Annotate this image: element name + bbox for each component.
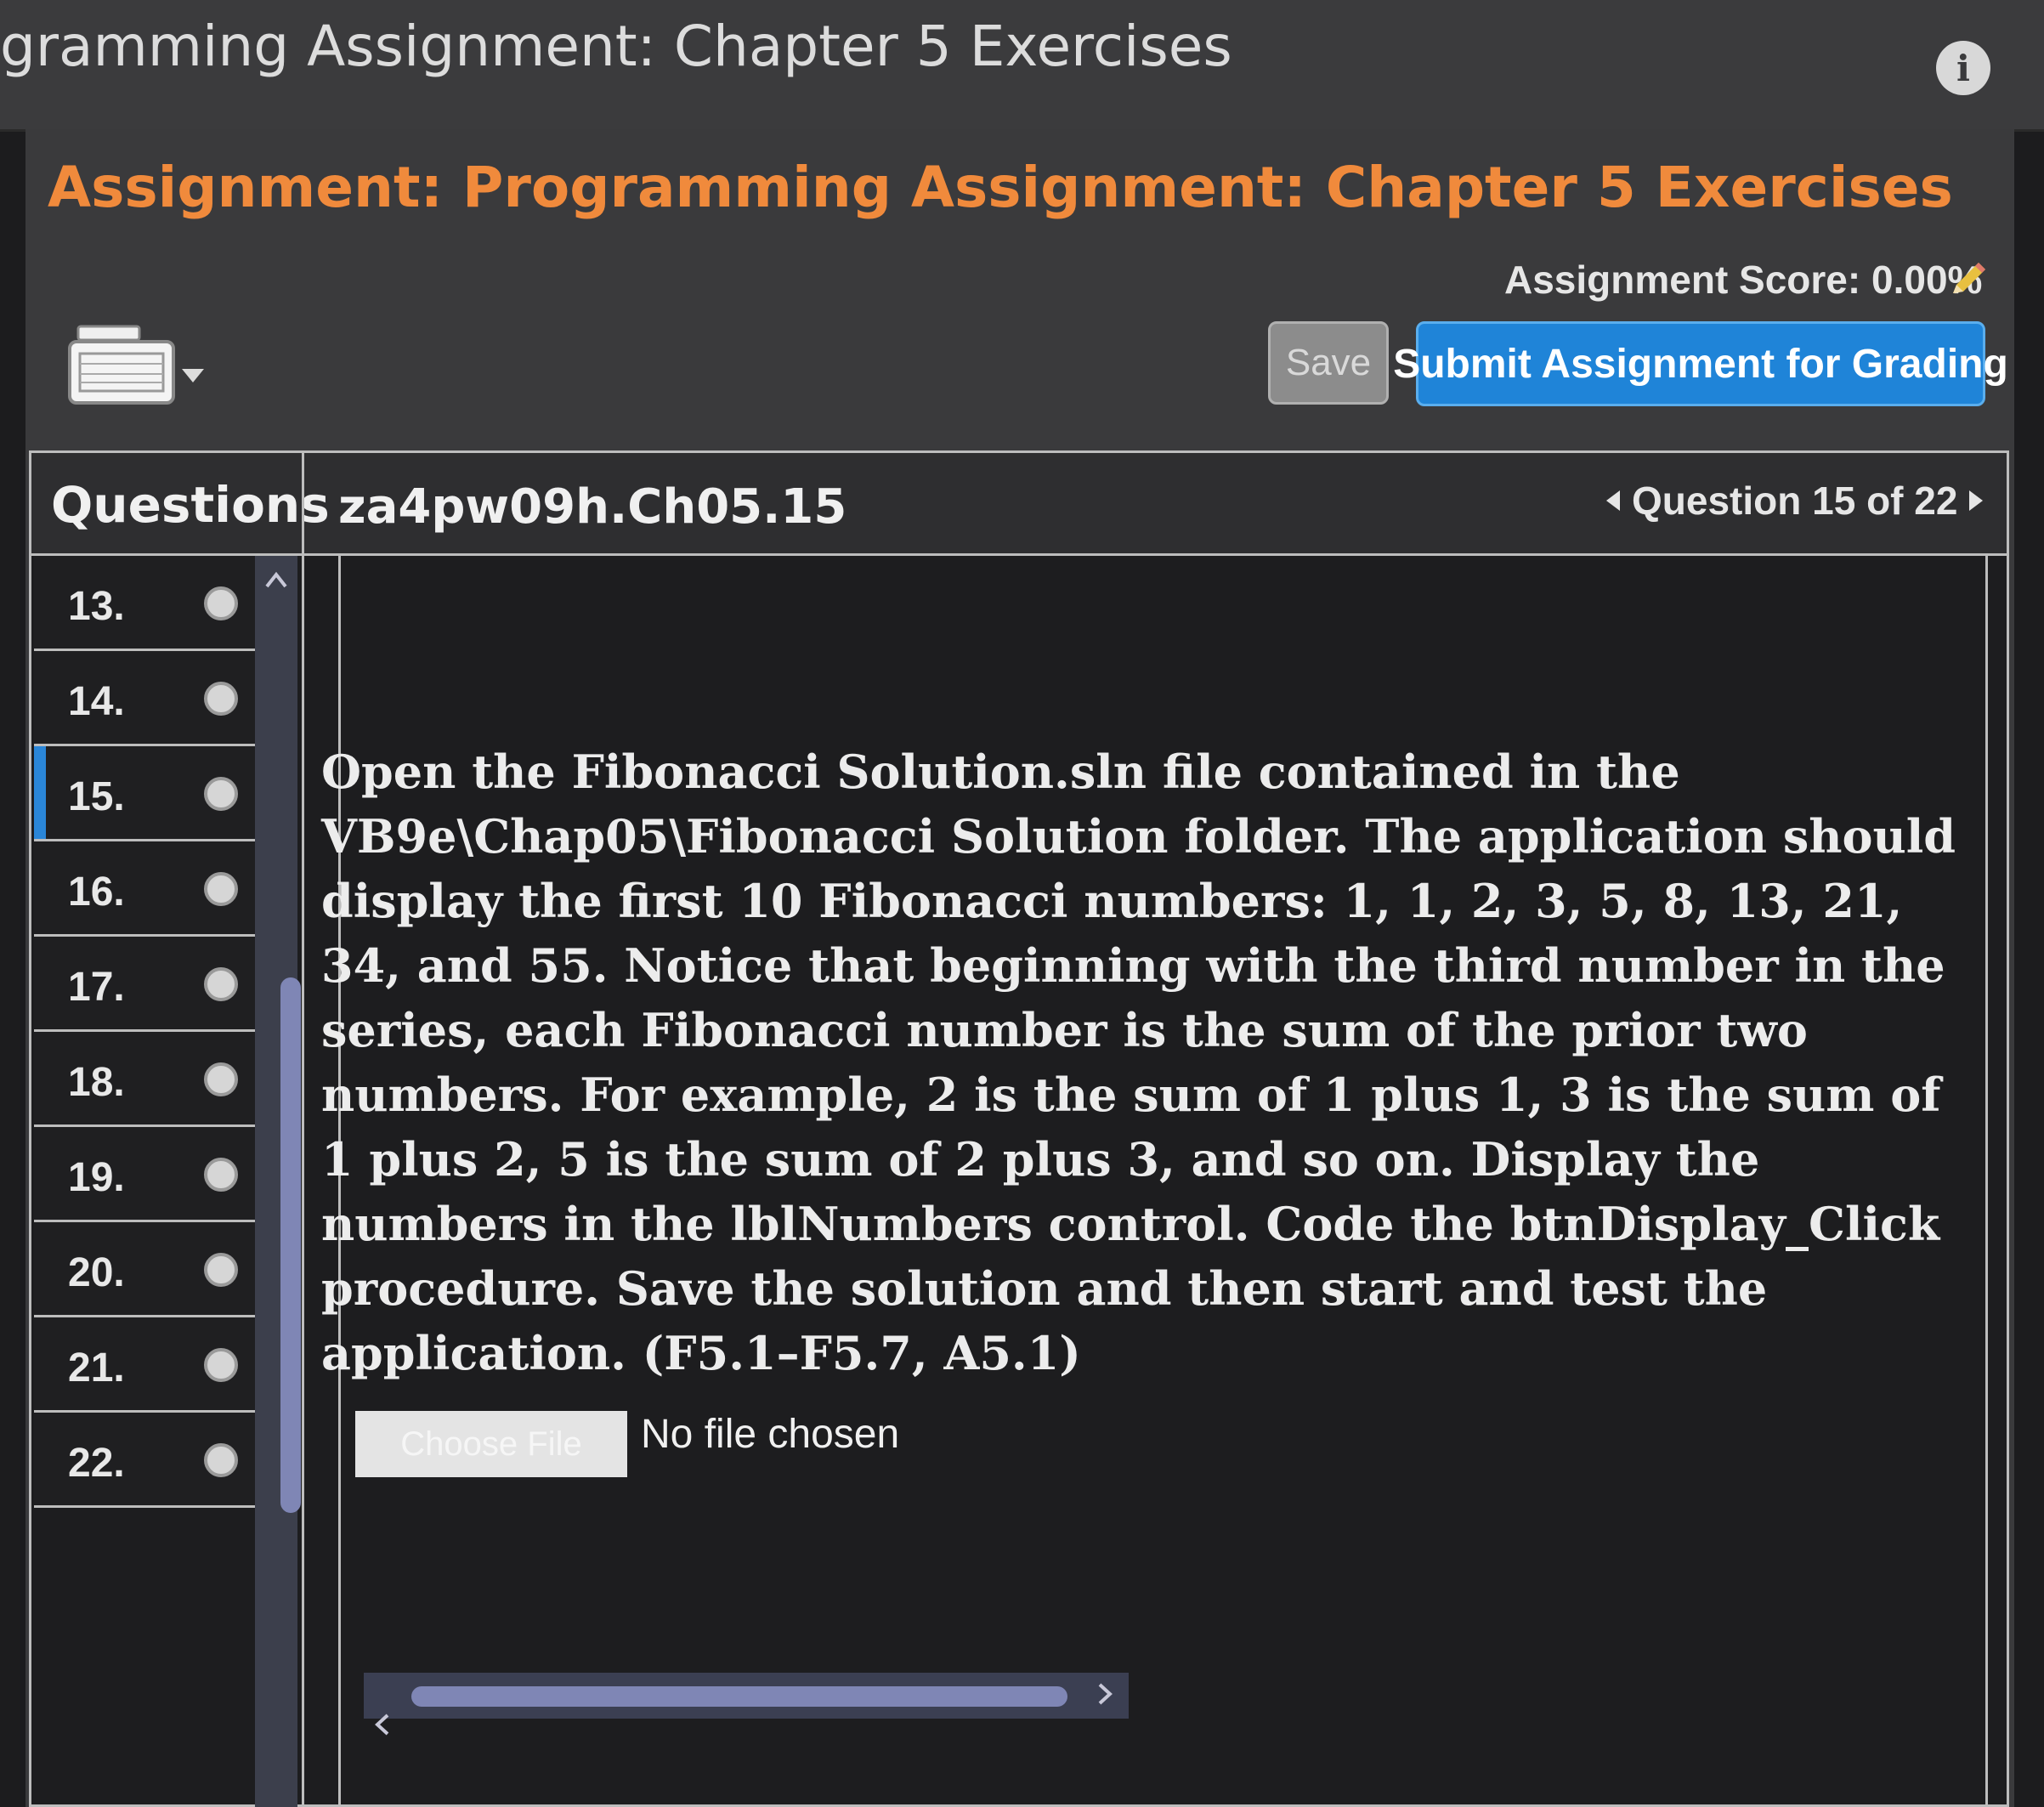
status-circle-icon (204, 1062, 238, 1096)
question-number: 13. (68, 584, 125, 629)
submit-button[interactable]: Submit Assignment for Grading (1393, 321, 2008, 406)
chevron-left-icon[interactable] (372, 1712, 391, 1737)
window-title: gramming Assignment: Chapter 5 Exercises (0, 14, 1232, 79)
question-number: 14. (68, 679, 125, 724)
status-circle-icon (204, 1253, 238, 1287)
status-circle-icon (204, 1158, 238, 1192)
horizontal-scrollbar-thumb[interactable] (411, 1686, 1067, 1707)
question-number: 21. (68, 1345, 125, 1391)
question-prompt: Open the Fibonacci Solution.sln file con… (321, 745, 1956, 1380)
status-circle-icon (204, 586, 238, 620)
assignment-score: Assignment Score: 0.00% (1504, 258, 1983, 302)
chevron-right-icon[interactable] (1096, 1681, 1115, 1707)
question-number: 19. (68, 1155, 125, 1200)
question-list: 13. 14. 15. 16. 17. 18. 19. 20. 21. 22. (34, 556, 289, 1508)
chevron-left-icon[interactable] (1606, 490, 1620, 511)
status-circle-icon (204, 872, 238, 906)
question-id: za4pw09h.Ch05.15 (338, 479, 847, 535)
status-circle-icon (204, 777, 238, 811)
question-list-item[interactable]: 21. (34, 1317, 289, 1413)
pencil-icon[interactable] (1946, 259, 1989, 300)
question-list-item[interactable]: 18. (34, 1032, 289, 1127)
question-position: Question 15 of 22 (1632, 479, 1958, 523)
status-circle-icon (204, 1348, 238, 1382)
choose-file-button[interactable]: Choose File (355, 1411, 627, 1477)
question-list-item[interactable]: 20. (34, 1222, 289, 1317)
file-status: No file chosen (641, 1412, 900, 1457)
status-circle-icon (204, 682, 238, 716)
question-list-item[interactable]: 15. (34, 746, 289, 841)
status-circle-icon (204, 1443, 238, 1477)
question-list-item[interactable]: 13. (34, 556, 289, 651)
question-list-item[interactable]: 17. (34, 937, 289, 1032)
questions-heading: Questions (51, 476, 330, 534)
column-divider (302, 450, 304, 1807)
question-list-item[interactable]: 14. (34, 651, 289, 746)
window-titlebar: gramming Assignment: Chapter 5 Exercises… (0, 0, 2044, 132)
question-list-item[interactable]: 16. (34, 841, 289, 937)
question-number: 16. (68, 870, 125, 915)
scrollbar-thumb[interactable] (280, 977, 301, 1513)
question-number: 17. (68, 965, 125, 1010)
chevron-right-icon[interactable] (1969, 490, 1984, 511)
status-circle-icon (204, 967, 238, 1001)
caret-down-icon[interactable] (180, 365, 206, 386)
save-button[interactable]: Save (1268, 321, 1389, 405)
chevron-up-icon[interactable] (262, 568, 291, 592)
info-icon[interactable]: i (1936, 41, 1990, 95)
question-number: 15. (68, 774, 125, 819)
question-number: 18. (68, 1060, 125, 1105)
assignment-title: Assignment: Programming Assignment: Chap… (48, 155, 1953, 220)
question-list-item[interactable]: 19. (34, 1127, 289, 1222)
question-number: 20. (68, 1250, 125, 1295)
question-navigator: Question 15 of 22 (1606, 478, 1984, 524)
keyboard-icon[interactable] (66, 323, 177, 408)
question-number: 22. (68, 1441, 125, 1486)
question-list-item[interactable]: 22. (34, 1413, 289, 1508)
